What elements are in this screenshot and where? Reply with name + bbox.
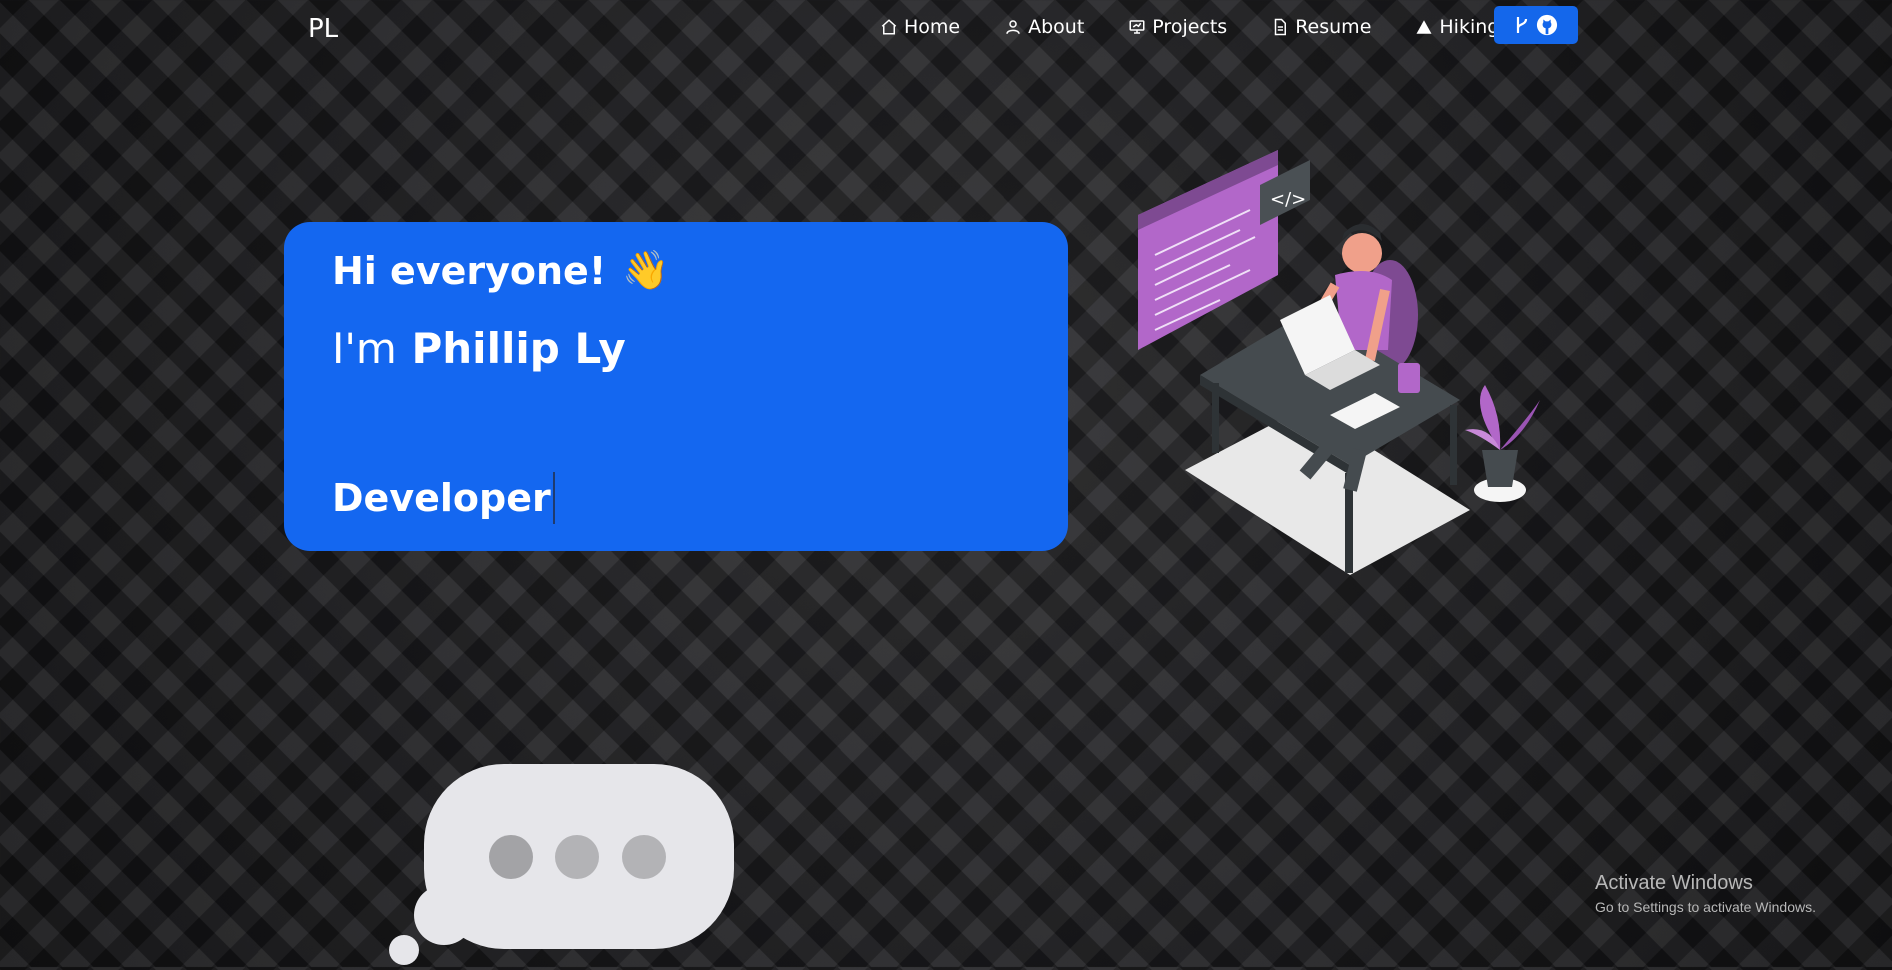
watermark-subtitle: Go to Settings to activate Windows. — [1595, 899, 1816, 915]
typing-dot-2 — [555, 835, 599, 879]
mountain-icon — [1416, 20, 1432, 34]
name-text: Phillip Ly — [411, 324, 626, 373]
svg-text:</>: </> — [1270, 189, 1306, 210]
typewriter-role: Developer — [332, 472, 555, 524]
name-line: I'm Phillip Ly — [332, 324, 626, 373]
nav-home[interactable]: Home — [880, 16, 960, 38]
document-icon — [1274, 18, 1287, 36]
nav-resume[interactable]: Resume — [1271, 16, 1371, 38]
github-icon — [1536, 14, 1558, 36]
role-text: Developer — [332, 476, 551, 520]
github-fork-button[interactable] — [1494, 6, 1578, 44]
fork-icon — [1516, 17, 1528, 33]
intro-card: Hi everyone! 👋 I'm Phillip Ly Developer — [284, 222, 1068, 551]
typing-dot-1 — [489, 835, 533, 879]
greeting-text: Hi everyone! — [332, 248, 607, 293]
brand-logo[interactable]: PL — [308, 14, 338, 44]
nav-about-label: About — [1028, 16, 1085, 38]
nav-resume-label: Resume — [1295, 16, 1372, 38]
home-icon — [881, 19, 897, 35]
nav-projects-label: Projects — [1152, 16, 1228, 38]
text-cursor — [552, 472, 555, 524]
top-nav: Home About Projects Resume Hiking — [880, 16, 1543, 38]
wave-emoji: 👋 — [622, 248, 670, 292]
greeting-line: Hi everyone! 👋 — [332, 248, 669, 293]
nav-projects[interactable]: Projects — [1128, 16, 1227, 38]
nav-hiking[interactable]: Hiking — [1415, 16, 1499, 38]
user-icon — [1006, 20, 1020, 34]
windows-activation-watermark: Activate Windows Go to Settings to activ… — [1595, 872, 1816, 915]
typing-dot-3 — [622, 835, 666, 879]
nav-about[interactable]: About — [1004, 16, 1084, 38]
monitor-icon — [1129, 20, 1145, 34]
watermark-title: Activate Windows — [1595, 872, 1753, 894]
developer-illustration: </> — [1138, 150, 1540, 575]
typing-bubble — [389, 764, 734, 965]
name-prefix: I'm — [332, 324, 397, 373]
nav-hiking-label: Hiking — [1439, 16, 1500, 38]
nav-home-label: Home — [904, 16, 961, 38]
